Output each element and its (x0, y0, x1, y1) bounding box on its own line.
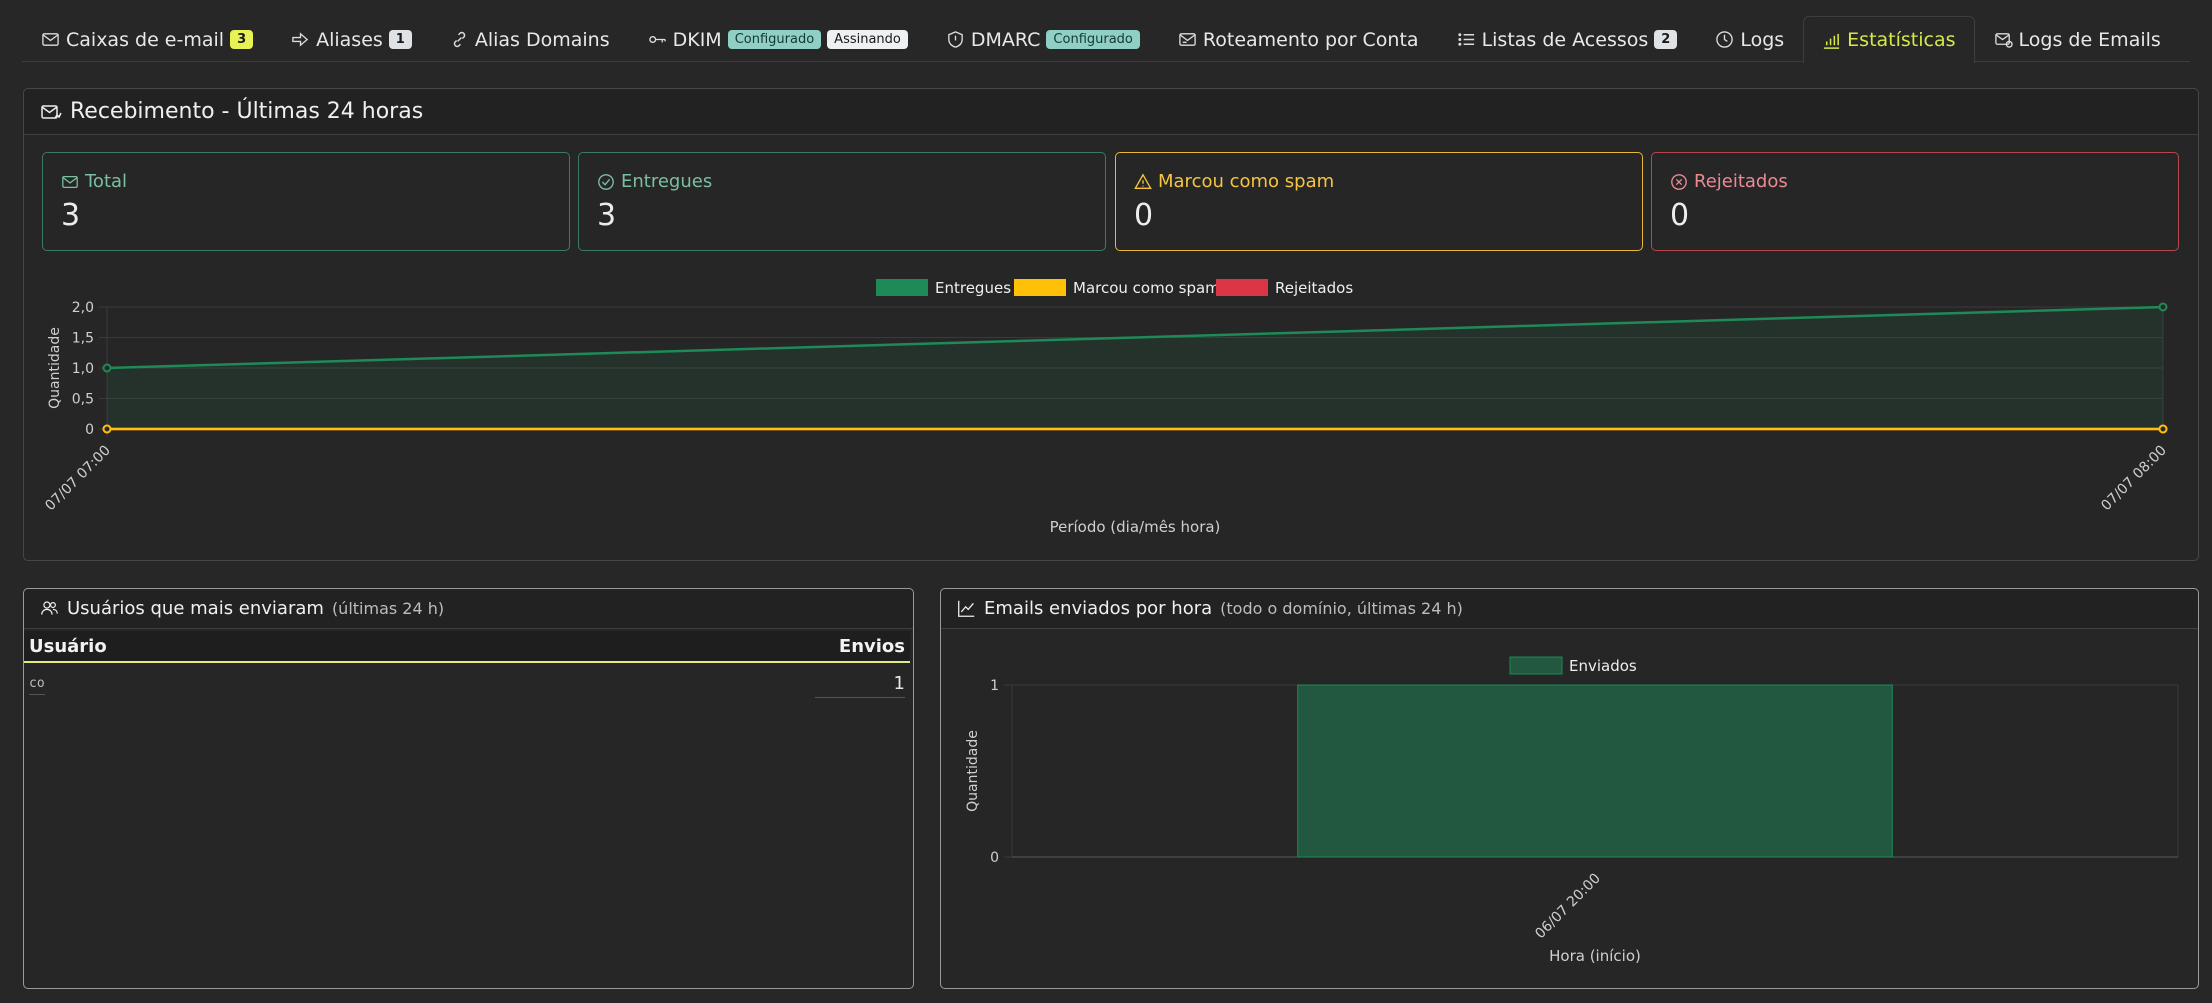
x-axis-label: Hora (início) (1549, 947, 1641, 965)
y-tick-label: 1 (990, 678, 999, 694)
legend-label: Enviados (1569, 657, 1637, 675)
x-tick-label: 06/07 20:00 (1532, 871, 1604, 943)
legend-swatch (1509, 656, 1563, 675)
bar (1297, 684, 1893, 858)
y-axis-label: Quantidade (965, 730, 981, 812)
y-tick-label: 0 (990, 850, 999, 866)
hourly-bar-chart: 0 1 Quantidade 06/07 20:00 Hora (início) Envi… (965, 656, 2179, 965)
